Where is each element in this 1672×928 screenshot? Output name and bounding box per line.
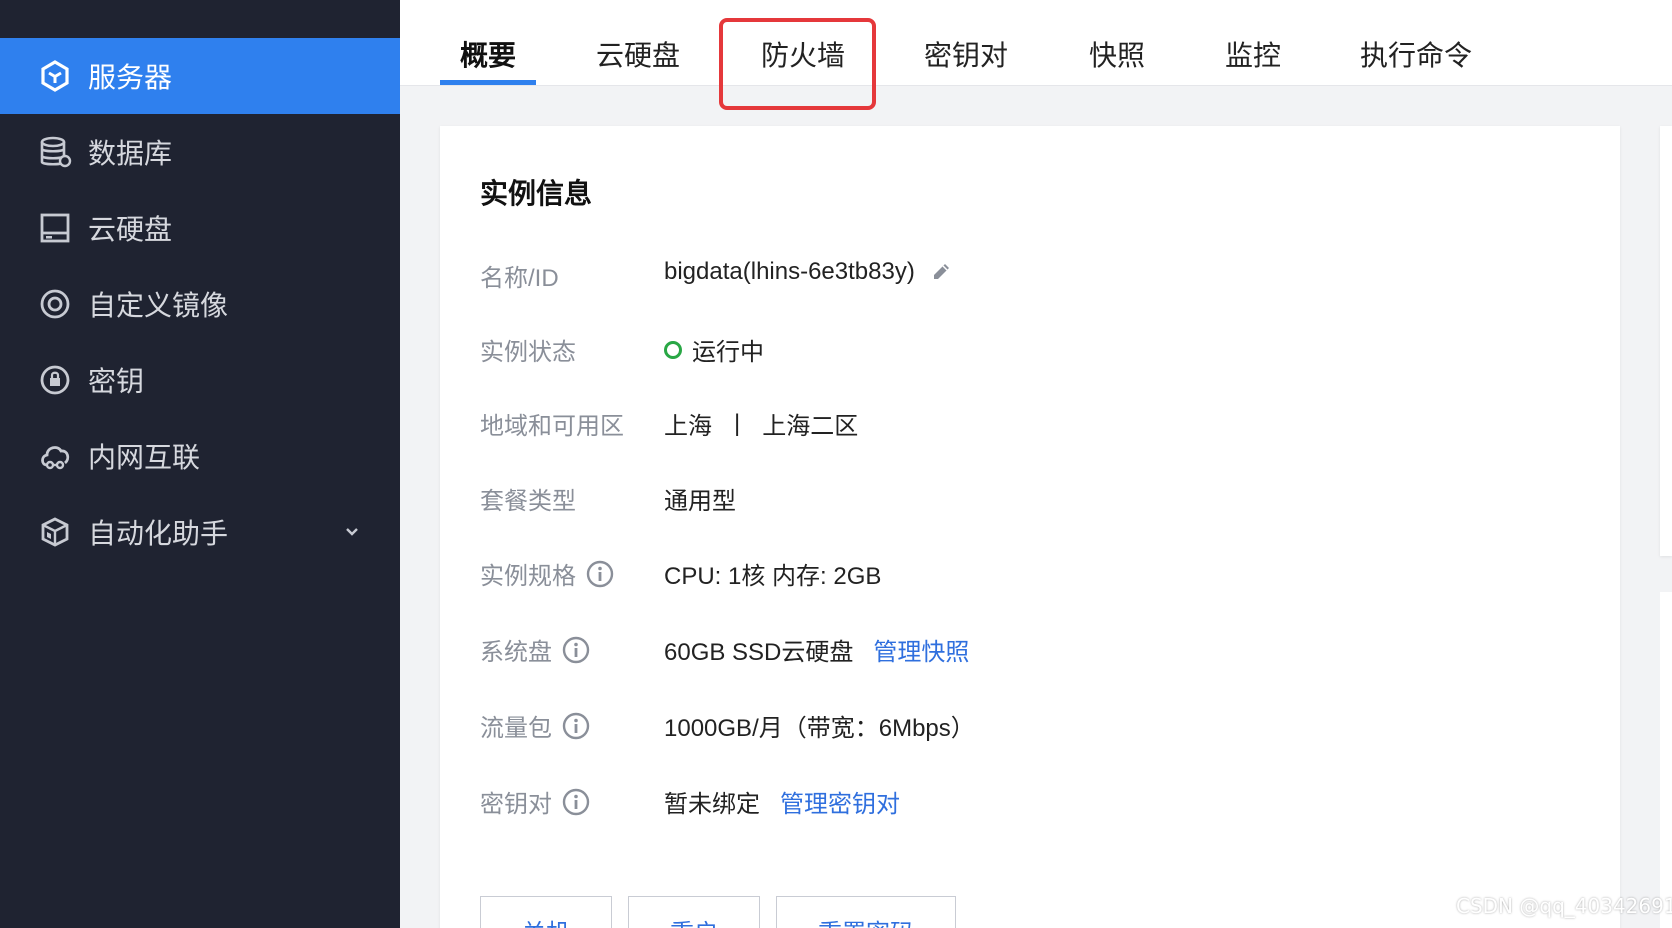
tab-snapshot[interactable]: 快照	[1089, 34, 1145, 74]
region-label-text: 地域和可用区	[480, 413, 624, 440]
status-value: 运行中	[664, 332, 764, 367]
tab-keypair[interactable]: 密钥对	[924, 34, 1008, 74]
info-icon[interactable]	[586, 560, 614, 588]
sidebar-item-label: 云硬盘	[88, 214, 173, 245]
tab-cloud-disk[interactable]: 云硬盘	[596, 34, 680, 74]
disk-value-text: 60GB SSD云硬盘	[664, 639, 854, 666]
sidebar-item-label: 服务器	[88, 62, 173, 93]
region-city: 上海	[664, 413, 712, 440]
keypair-value-text: 暂未绑定	[664, 791, 760, 818]
region-separator: |	[734, 409, 741, 437]
plan-value: 通用型	[664, 488, 736, 515]
region-value: 上海 | 上海二区	[664, 406, 858, 441]
plan-label-text: 套餐类型	[480, 488, 576, 515]
plan-label: 套餐类型	[480, 481, 576, 516]
sidebar-item-label: 密钥	[88, 366, 145, 397]
keypair-label: 密钥对	[480, 784, 590, 819]
manage-snapshot-link[interactable]: 管理快照	[873, 632, 969, 667]
info-icon[interactable]	[562, 636, 590, 664]
status-label: 实例状态	[480, 332, 576, 367]
sidebar-item-automation[interactable]: 自动化助手	[0, 494, 400, 570]
keypair-label-text: 密钥对	[480, 791, 552, 818]
spec-value: CPU: 1核 内存: 2GB	[664, 563, 882, 590]
region-zone: 上海二区	[762, 413, 859, 440]
sidebar-item-server[interactable]: 服务器	[0, 38, 400, 114]
status-label-text: 实例状态	[480, 339, 576, 366]
key-lock-icon	[38, 363, 72, 397]
shutdown-button[interactable]: 关机	[480, 896, 612, 928]
spec-label-text: 实例规格	[480, 563, 576, 590]
cube-icon	[38, 59, 72, 93]
spec-label: 实例规格	[480, 556, 614, 591]
sidebar-item-key[interactable]: 密钥	[0, 342, 400, 418]
tab-overview[interactable]: 概要	[460, 34, 516, 74]
firewall-highlight-box	[719, 18, 876, 110]
sidebar-item-custom-image[interactable]: 自定义镜像	[0, 266, 400, 342]
traffic-label: 流量包	[480, 708, 590, 743]
status-running-icon	[664, 340, 682, 359]
name-value-text: bigdata(lhins-6e3tb83y)	[664, 258, 915, 285]
sidebar-item-cloud-disk[interactable]: 云硬盘	[0, 190, 400, 266]
traffic-value: 1000GB/月（带宽：6Mbps）	[664, 715, 975, 742]
region-label: 地域和可用区	[480, 406, 624, 441]
sidebar-item-label: 自动化助手	[88, 518, 229, 549]
sidebar-item-database[interactable]: 数据库	[0, 114, 400, 190]
watermark: CSDN @qq_40342691	[1456, 894, 1672, 918]
disk-label: 系统盘	[480, 632, 590, 667]
active-tab-indicator	[440, 80, 536, 85]
manage-keypair-link[interactable]: 管理密钥对	[780, 784, 900, 819]
disk-icon	[38, 211, 72, 245]
robot-icon	[38, 515, 72, 549]
status-value-text: 运行中	[692, 339, 764, 366]
adjacent-card-edge	[1660, 126, 1672, 556]
sidebar-item-intranet[interactable]: 内网互联	[0, 418, 400, 494]
name-label-text: 名称/ID	[480, 265, 559, 292]
chevron-down-icon[interactable]	[340, 518, 364, 542]
info-icon[interactable]	[562, 788, 590, 816]
traffic-label-text: 流量包	[480, 715, 552, 742]
keypair-value: 暂未绑定 管理密钥对	[664, 784, 900, 819]
card-title: 实例信息	[480, 178, 593, 209]
image-target-icon	[38, 287, 72, 321]
disk-value: 60GB SSD云硬盘 管理快照	[664, 632, 969, 667]
sidebar-item-label: 内网互联	[88, 442, 201, 473]
name-label: 名称/ID	[480, 258, 559, 293]
adjacent-card-edge-lower	[1660, 592, 1672, 928]
reset-password-button[interactable]: 重置密码	[776, 896, 956, 928]
tab-bar	[400, 0, 1672, 86]
database-icon	[38, 135, 72, 169]
disk-label-text: 系统盘	[480, 639, 552, 666]
info-icon[interactable]	[562, 712, 590, 740]
tab-monitor[interactable]: 监控	[1225, 34, 1281, 74]
pencil-icon[interactable]	[929, 259, 955, 285]
sidebar-item-label: 数据库	[88, 138, 173, 169]
instance-info-card: 实例信息 名称/ID bigdata(lhins-6e3tb83y) 实例状态 …	[440, 126, 1620, 928]
restart-button[interactable]: 重启	[628, 896, 760, 928]
name-value: bigdata(lhins-6e3tb83y)	[664, 258, 955, 286]
sidebar-item-label: 自定义镜像	[88, 290, 229, 321]
cloud-network-icon	[38, 439, 72, 473]
sidebar: 服务器 数据库 云硬盘 自定义镜像 密钥 内网互联 自动化助手	[0, 0, 400, 928]
tab-execute-command[interactable]: 执行命令	[1360, 34, 1472, 74]
